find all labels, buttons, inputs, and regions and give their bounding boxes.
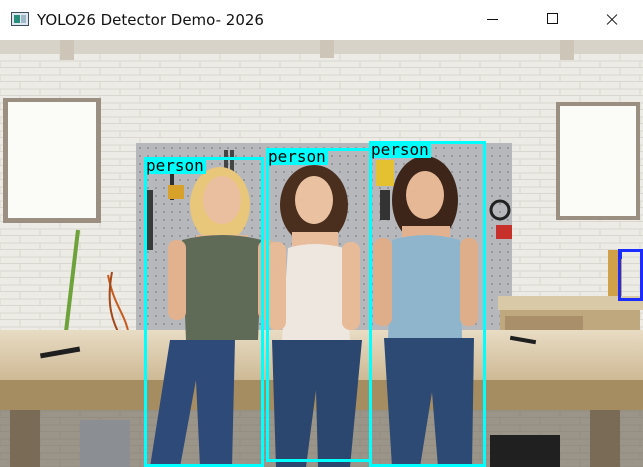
- detection-label: [618, 249, 622, 259]
- detection-box-person: person: [144, 157, 264, 467]
- minimize-button[interactable]: [470, 0, 516, 38]
- window-title: YOLO26 Detector Demo- 2026: [37, 11, 264, 29]
- detection-label: person: [369, 140, 431, 159]
- title-bar[interactable]: YOLO26 Detector Demo- 2026: [0, 0, 643, 40]
- close-button[interactable]: [589, 0, 635, 38]
- app-window: YOLO26 Detector Demo- 2026 person person…: [0, 0, 643, 467]
- detection-image-view: person person person: [0, 40, 643, 467]
- detection-label: person: [266, 147, 328, 166]
- detection-box-person: person: [369, 141, 486, 467]
- detection-label: person: [144, 156, 206, 175]
- detection-box-object: [618, 249, 643, 301]
- detection-box-person: person: [266, 148, 372, 462]
- maximize-button[interactable]: [530, 0, 576, 38]
- app-icon: [11, 12, 29, 26]
